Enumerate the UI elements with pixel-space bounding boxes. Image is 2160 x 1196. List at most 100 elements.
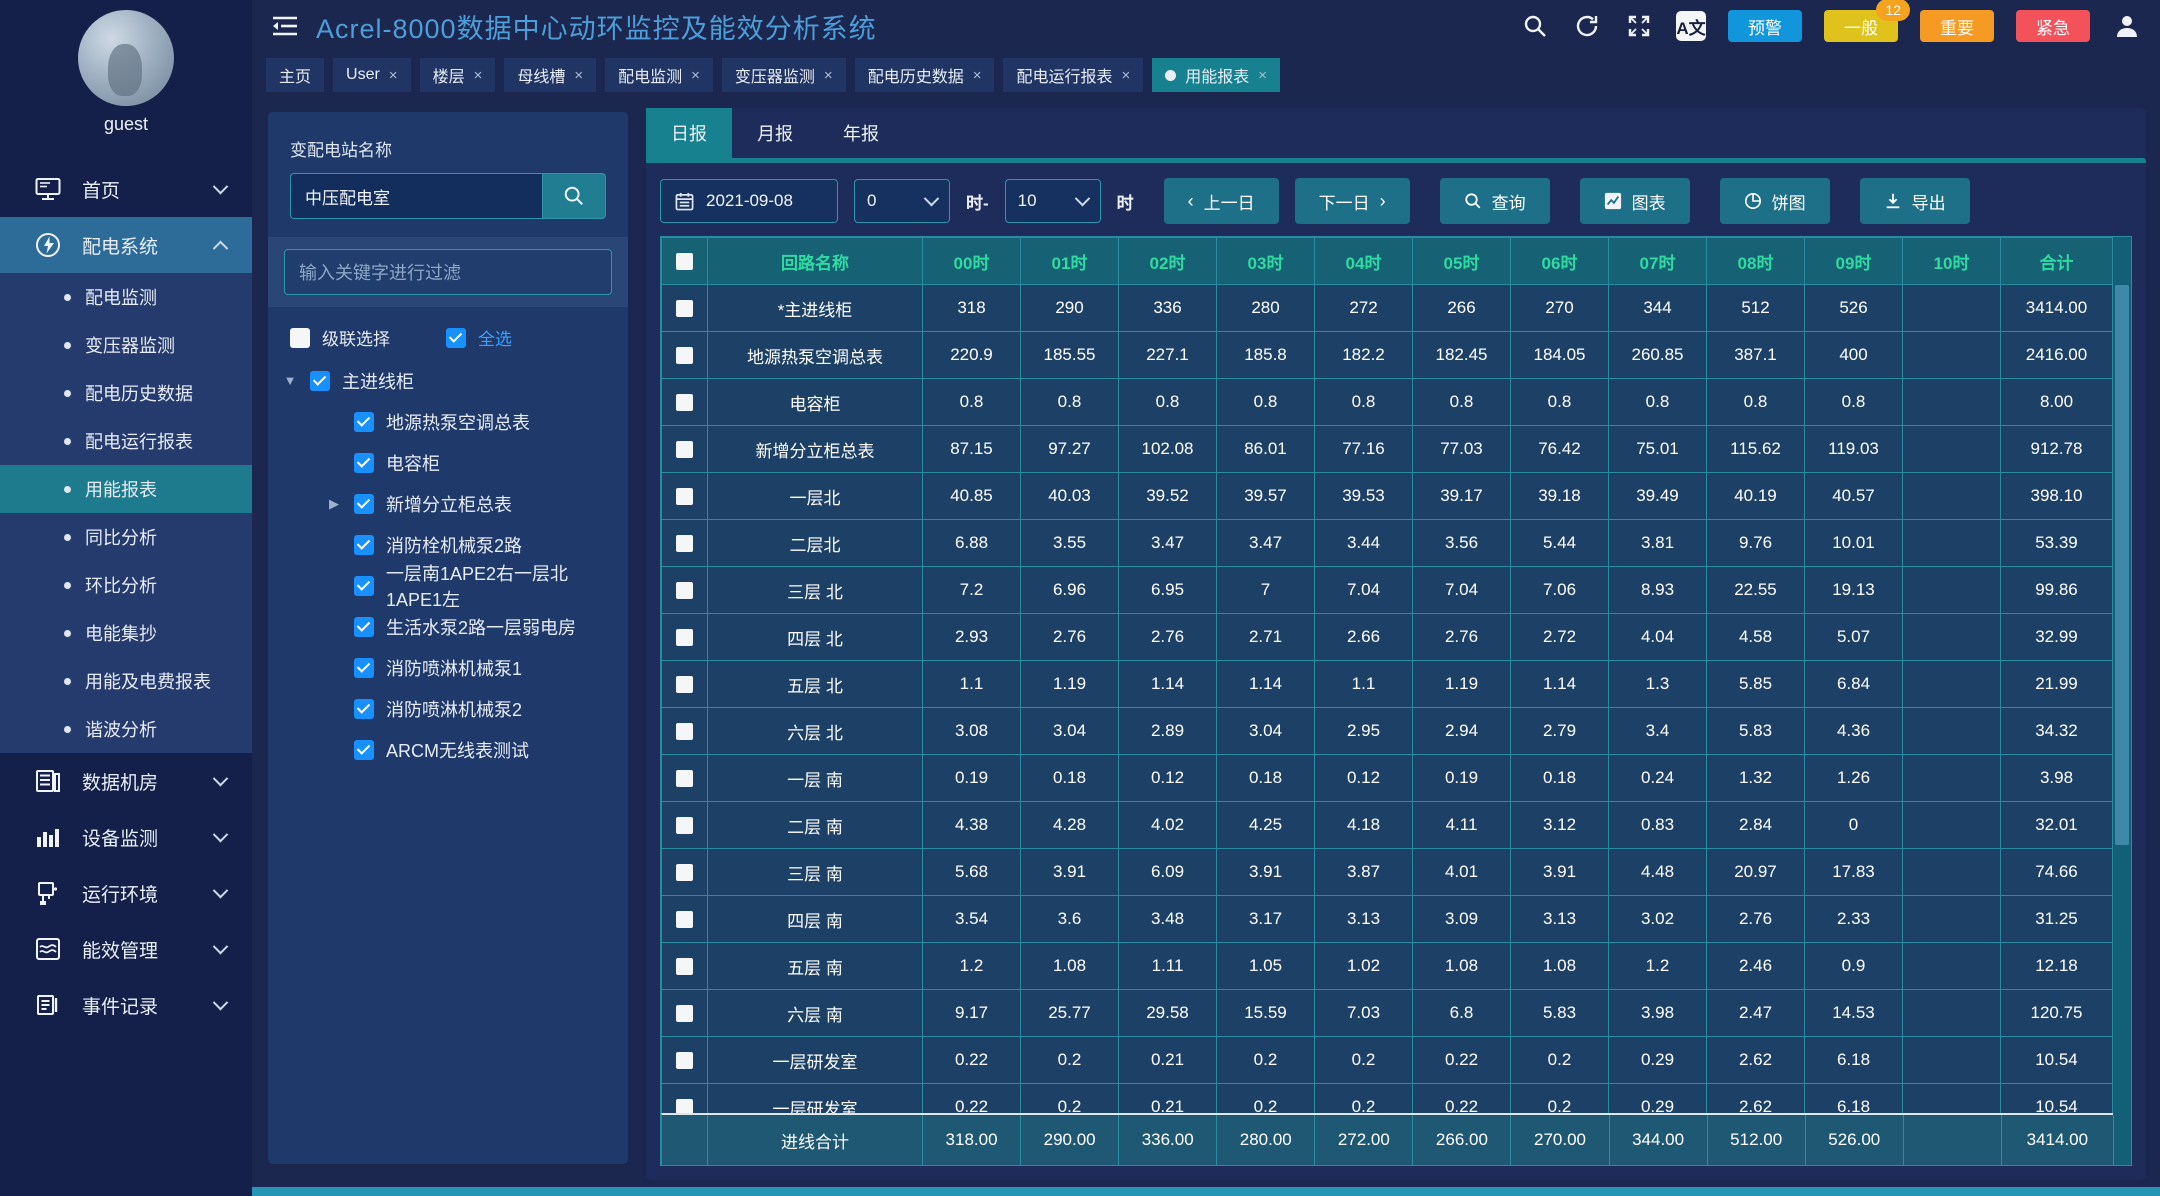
row-checkbox[interactable] (676, 676, 693, 693)
tab-close-icon[interactable]: × (691, 67, 700, 84)
row-checkbox[interactable] (676, 770, 693, 787)
sidebar-item-设备监测[interactable]: 设备监测 (0, 809, 252, 865)
sidebar-subitem-同比分析[interactable]: 同比分析 (0, 513, 252, 561)
tab-母线槽[interactable]: 母线槽× (504, 58, 596, 92)
tree-checkbox[interactable] (354, 453, 374, 473)
select-all-checkbox[interactable] (446, 328, 466, 348)
row-checkbox[interactable] (676, 394, 693, 411)
chart-button[interactable]: 图表 (1580, 178, 1690, 224)
tree-node-生活水泵2路一层弱电房[interactable]: 生活水泵2路一层弱电房 (282, 606, 618, 647)
sidebar-item-能效管理[interactable]: 能效管理 (0, 921, 252, 977)
report-tab-日报[interactable]: 日报 (646, 108, 732, 158)
tab-close-icon[interactable]: × (824, 67, 833, 84)
station-search-button[interactable] (542, 173, 606, 219)
tree-node-主进线柜[interactable]: ▼主进线柜 (282, 360, 618, 401)
menu-fold-icon[interactable] (270, 11, 300, 41)
tab-用能报表[interactable]: 用能报表× (1152, 58, 1280, 92)
row-checkbox[interactable] (676, 629, 693, 646)
tree-checkbox[interactable] (354, 699, 374, 719)
tree-checkbox[interactable] (354, 494, 374, 514)
tab-变压器监测[interactable]: 变压器监测× (722, 58, 846, 92)
tree-node-电容柜[interactable]: 电容柜 (282, 442, 618, 483)
tab-close-icon[interactable]: × (973, 67, 982, 84)
tree-checkbox[interactable] (354, 535, 374, 555)
sidebar-subitem-用能及电费报表[interactable]: 用能及电费报表 (0, 657, 252, 705)
sidebar-item-配电系统[interactable]: 配电系统 (0, 217, 252, 273)
row-checkbox[interactable] (676, 300, 693, 317)
row-checkbox[interactable] (676, 535, 693, 552)
tree-node-消防喷淋机械泵2[interactable]: 消防喷淋机械泵2 (282, 688, 618, 729)
sidebar-subitem-配电监测[interactable]: 配电监测 (0, 273, 252, 321)
row-checkbox[interactable] (676, 1005, 693, 1022)
select-all-label[interactable]: 全选 (478, 325, 512, 350)
tab-User[interactable]: User× (333, 58, 411, 92)
tree-checkbox[interactable] (354, 576, 374, 596)
tree-node-地源热泵空调总表[interactable]: 地源热泵空调总表 (282, 401, 618, 442)
alarm-badge-important[interactable]: 重要 (1920, 10, 1994, 42)
date-picker[interactable]: 2021-09-08 (660, 179, 838, 223)
row-checkbox[interactable] (676, 864, 693, 881)
sidebar-subitem-谐波分析[interactable]: 谐波分析 (0, 705, 252, 753)
row-checkbox[interactable] (676, 441, 693, 458)
tree-node-一层南1APE2右一层北1APE1左[interactable]: 一层南1APE2右一层北1APE1左 (282, 565, 618, 606)
row-checkbox[interactable] (676, 1052, 693, 1069)
fullscreen-icon[interactable] (1624, 11, 1654, 41)
tree-checkbox[interactable] (354, 658, 374, 678)
tree-node-新增分立柜总表[interactable]: ▶新增分立柜总表 (282, 483, 618, 524)
next-day-button[interactable]: 下一日› (1295, 178, 1410, 224)
query-button[interactable]: 查询 (1440, 178, 1550, 224)
tab-楼层[interactable]: 楼层× (420, 58, 496, 92)
pie-button[interactable]: 饼图 (1720, 178, 1830, 224)
report-tab-年报[interactable]: 年报 (818, 108, 904, 158)
tree-checkbox[interactable] (354, 617, 374, 637)
user-icon[interactable] (2112, 11, 2142, 41)
refresh-icon[interactable] (1572, 11, 1602, 41)
translate-icon[interactable]: A文 (1676, 11, 1706, 41)
tree-checkbox[interactable] (354, 740, 374, 760)
sidebar-item-运行环境[interactable]: 运行环境 (0, 865, 252, 921)
tree-node-消防喷淋机械泵1[interactable]: 消防喷淋机械泵1 (282, 647, 618, 688)
row-checkbox[interactable] (676, 723, 693, 740)
sidebar-item-数据机房[interactable]: 数据机房 (0, 753, 252, 809)
caret-right-icon[interactable]: ▶ (326, 496, 342, 512)
hour-to-select[interactable]: 10 (1005, 179, 1101, 223)
alarm-badge-general[interactable]: 一般 12 (1824, 10, 1898, 42)
tab-close-icon[interactable]: × (474, 67, 483, 84)
cascade-checkbox[interactable] (290, 328, 310, 348)
row-checkbox[interactable] (676, 582, 693, 599)
horizontal-scrollbar[interactable] (252, 1187, 2160, 1196)
tab-close-icon[interactable]: × (1258, 67, 1267, 84)
avatar[interactable] (78, 10, 174, 106)
tab-close-icon[interactable]: × (574, 67, 583, 84)
tab-close-icon[interactable]: × (1121, 67, 1130, 84)
tab-配电监测[interactable]: 配电监测× (605, 58, 713, 92)
select-all-rows-checkbox[interactable] (676, 253, 693, 270)
prev-day-button[interactable]: ‹上一日 (1164, 178, 1279, 224)
sidebar-item-事件记录[interactable]: 事件记录 (0, 977, 252, 1033)
report-tab-月报[interactable]: 月报 (732, 108, 818, 158)
tab-close-icon[interactable]: × (389, 67, 398, 84)
hour-from-select[interactable]: 0 (854, 179, 950, 223)
sidebar-item-首页[interactable]: 首页 (0, 161, 252, 217)
alarm-badge-urgent[interactable]: 紧急 (2016, 10, 2090, 42)
row-checkbox[interactable] (676, 958, 693, 975)
station-input[interactable]: 中压配电室 (290, 173, 542, 219)
filter-input[interactable]: 输入关键字进行过滤 (284, 249, 612, 295)
sidebar-subitem-变压器监测[interactable]: 变压器监测 (0, 321, 252, 369)
tab-配电历史数据[interactable]: 配电历史数据× (855, 58, 995, 92)
row-checkbox[interactable] (676, 347, 693, 364)
search-icon[interactable] (1520, 11, 1550, 41)
caret-down-icon[interactable]: ▼ (282, 373, 298, 388)
sidebar-subitem-环比分析[interactable]: 环比分析 (0, 561, 252, 609)
scrollbar-thumb[interactable] (2115, 285, 2129, 845)
tab-配电运行报表[interactable]: 配电运行报表× (1003, 58, 1143, 92)
alarm-badge-warning[interactable]: 预警 (1728, 10, 1802, 42)
export-button[interactable]: 导出 (1860, 178, 1970, 224)
row-checkbox[interactable] (676, 488, 693, 505)
tree-node-ARCM无线表测试[interactable]: ARCM无线表测试 (282, 729, 618, 770)
sidebar-subitem-配电运行报表[interactable]: 配电运行报表 (0, 417, 252, 465)
row-checkbox[interactable] (676, 911, 693, 928)
sidebar-subitem-用能报表[interactable]: 用能报表 (0, 465, 252, 513)
sidebar-subitem-配电历史数据[interactable]: 配电历史数据 (0, 369, 252, 417)
tab-主页[interactable]: 主页 (266, 58, 324, 92)
